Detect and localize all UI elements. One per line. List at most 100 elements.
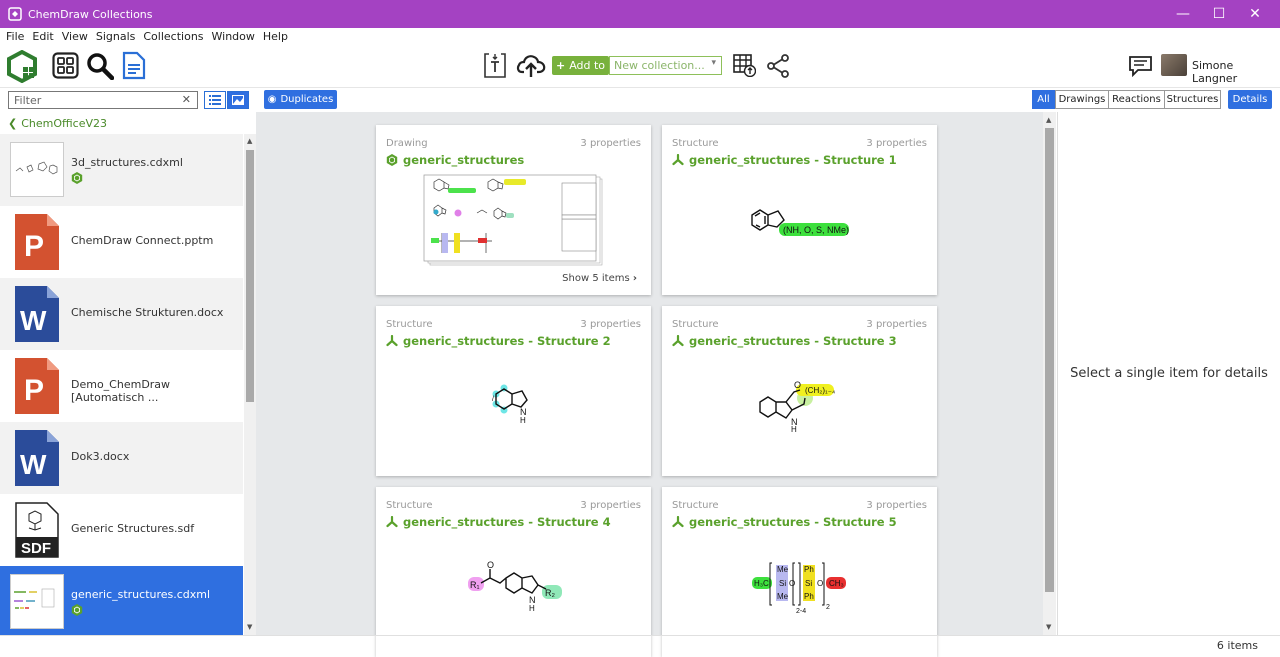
card-drawing[interactable]: Drawing 3 properties generic_structures [376, 125, 651, 295]
item-count: 6 items [1216, 639, 1258, 652]
atom-label: H [520, 416, 526, 424]
card-properties: 3 properties [866, 500, 927, 511]
plus-icon: + [555, 59, 566, 72]
list-icon [209, 95, 221, 105]
scrollbar-thumb[interactable] [1045, 128, 1054, 592]
show-items-link[interactable]: Show 5 items › [562, 273, 637, 284]
gallery-icon[interactable] [52, 52, 79, 79]
list-item[interactable]: P ChemDraw Connect.pptm [0, 206, 243, 278]
list-item[interactable]: generic_structures.cdxml [0, 566, 243, 635]
filter-input[interactable]: Filter ✕ [8, 91, 198, 109]
structure-icon [672, 335, 684, 347]
card-title: generic_structures - Structure 3 [672, 334, 897, 348]
avatar[interactable] [1161, 54, 1187, 76]
thumbnail-view-button[interactable] [227, 91, 249, 109]
user-name[interactable]: Simone Langner [1192, 59, 1280, 85]
show-items-label: Show 5 items [562, 273, 630, 284]
list-item[interactable]: 3d_structures.cdxml [0, 134, 243, 206]
menu-signals[interactable]: Signals [96, 30, 136, 43]
duplicates-button[interactable]: ◉ Duplicates [264, 90, 337, 109]
list-item[interactable]: SDF Generic Structures.sdf [0, 494, 243, 566]
chat-icon[interactable] [1128, 55, 1153, 77]
breadcrumb[interactable]: ❮ ChemOfficeV23 [8, 117, 107, 130]
collection-grid: Drawing 3 properties generic_structures [256, 112, 1044, 657]
chevron-left-icon: ❮ [8, 117, 18, 130]
list-item[interactable]: P Demo_ChemDraw [Automatisch ... [0, 350, 243, 422]
document-icon[interactable] [122, 51, 146, 80]
filter-reactions-tab[interactable]: Reactions [1108, 90, 1165, 109]
filter-drawings-tab[interactable]: Drawings [1055, 90, 1109, 109]
card-structure-5[interactable]: Structure 3 properties generic_structure… [662, 487, 937, 657]
atom-label: Si [779, 579, 786, 588]
menu-window[interactable]: Window [212, 30, 255, 43]
file-thumbnail [10, 574, 64, 629]
card-structure-1[interactable]: Structure 3 properties generic_structure… [662, 125, 937, 295]
filter-all-tab[interactable]: All [1032, 90, 1055, 109]
card-structure-4[interactable]: Structure 3 properties generic_structure… [376, 487, 651, 657]
chain-label: (CH₂)₁₋₄ [805, 386, 835, 395]
table-export-icon[interactable] [733, 54, 756, 77]
card-title: generic_structures - Structure 5 [672, 515, 897, 529]
menu-edit[interactable]: Edit [32, 30, 53, 43]
scrollbar-thumb[interactable] [246, 150, 254, 402]
search-icon[interactable] [86, 52, 114, 80]
card-type: Structure [672, 500, 719, 511]
file-name: Demo_ChemDraw [Automatisch ... [71, 378, 171, 404]
group-label: Ph [804, 592, 814, 601]
svg-text:W: W [20, 449, 47, 480]
add-to-label: Add to [569, 59, 606, 72]
group-label: Me [777, 565, 789, 574]
close-button[interactable]: ✕ [1237, 0, 1273, 28]
file-name: Dok3.docx [71, 450, 130, 463]
card-title: generic_structures [386, 153, 524, 167]
maximize-button[interactable]: ☐ [1201, 0, 1237, 28]
file-name: 3d_structures.cdxml [71, 156, 183, 169]
menu-view[interactable]: View [62, 30, 88, 43]
structure-icon [386, 335, 398, 347]
structure-drawing: O (CH₂)₁₋₄ N H [759, 380, 835, 432]
add-to-collection-button[interactable]: + Add to [552, 56, 609, 75]
filter-structures-tab[interactable]: Structures [1164, 90, 1221, 109]
list-view-button[interactable] [204, 91, 226, 109]
card-structure-3[interactable]: Structure 3 properties generic_structure… [662, 306, 937, 476]
list-item[interactable]: W Chemische Strukturen.docx [0, 278, 243, 350]
scroll-up-icon[interactable]: ▲ [247, 137, 252, 145]
menu-file[interactable]: File [6, 30, 24, 43]
scroll-down-icon[interactable]: ▼ [247, 623, 252, 631]
svg-text:P: P [24, 230, 44, 263]
details-button[interactable]: Details [1228, 90, 1272, 109]
card-properties: 3 properties [866, 319, 927, 330]
minimize-button[interactable]: — [1165, 0, 1201, 28]
card-structure-2[interactable]: Structure 3 properties generic_structure… [376, 306, 651, 476]
menu-collections[interactable]: Collections [143, 30, 203, 43]
menu-bar: File Edit View Signals Collections Windo… [0, 28, 1280, 44]
clear-icon[interactable]: ✕ [182, 93, 191, 106]
details-placeholder: Select a single item for details [1070, 366, 1268, 381]
share-icon[interactable] [766, 54, 790, 78]
image-icon [232, 95, 244, 105]
card-type: Structure [672, 319, 719, 330]
atom-label: O [794, 380, 801, 390]
grid-scrollbar[interactable]: ▲ ▼ [1043, 112, 1056, 635]
collection-select[interactable]: New collection... ▾ [609, 56, 722, 75]
scroll-up-icon[interactable]: ▲ [1046, 116, 1051, 124]
eye-icon: ◉ [267, 94, 277, 105]
group-label: Ph [804, 565, 814, 574]
sidebar-scrollbar[interactable]: ▲ ▼ [244, 134, 256, 635]
atom-label: O [817, 579, 823, 588]
menu-help[interactable]: Help [263, 30, 288, 43]
list-item[interactable]: W Dok3.docx [0, 422, 243, 494]
scroll-down-icon[interactable]: ▼ [1046, 623, 1051, 631]
card-title: generic_structures - Structure 2 [386, 334, 611, 348]
import-text-icon[interactable] [484, 53, 506, 78]
cloud-upload-icon[interactable] [516, 53, 546, 78]
svg-text:W: W [20, 305, 47, 336]
atom-label: O [789, 579, 795, 588]
card-properties: 3 properties [580, 319, 641, 330]
status-bar [0, 635, 1280, 656]
sdf-file-icon: SDF [15, 502, 59, 558]
filter-placeholder: Filter [14, 93, 42, 107]
chemdraw-logo-icon[interactable] [6, 50, 38, 83]
powerpoint-icon: P [15, 358, 59, 414]
substituent-label: R₁ [470, 580, 480, 590]
